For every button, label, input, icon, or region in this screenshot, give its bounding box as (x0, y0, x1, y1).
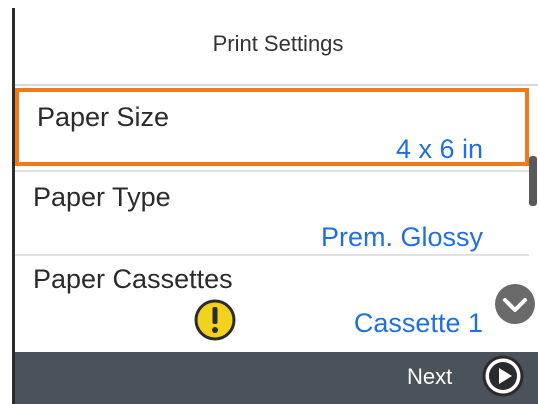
setting-label-paper-cassettes: Paper Cassettes (33, 264, 233, 294)
setting-value-paper-size: 4 x 6 in (395, 134, 483, 164)
footer-bar: Next (15, 352, 538, 404)
setting-label-paper-size: Paper Size (37, 102, 170, 132)
setting-label-paper-type: Paper Type (33, 182, 171, 212)
setting-value-paper-type: Prem. Glossy (320, 222, 483, 252)
play-icon[interactable] (481, 354, 525, 398)
setting-value-paper-cassettes: Cassette 1 (353, 308, 483, 338)
scrollbar[interactable] (529, 156, 537, 206)
next-label: Next (407, 364, 453, 389)
page-title: Print Settings (212, 31, 344, 56)
setting-row-paper-size[interactable]: Paper Size 4 x 6 in (15, 88, 529, 166)
warning-icon (194, 299, 236, 341)
setting-row-paper-cassettes[interactable]: Paper Cassettes Cassette 1 (15, 256, 529, 344)
setting-row-paper-type[interactable]: Paper Type Prem. Glossy (15, 172, 529, 254)
header: Print Settings (15, 8, 538, 86)
next-button[interactable] (475, 352, 538, 404)
print-settings-screen: Print Settings Paper Size 4 x 6 in Paper… (12, 8, 538, 404)
chevron-down-icon[interactable] (493, 282, 537, 326)
